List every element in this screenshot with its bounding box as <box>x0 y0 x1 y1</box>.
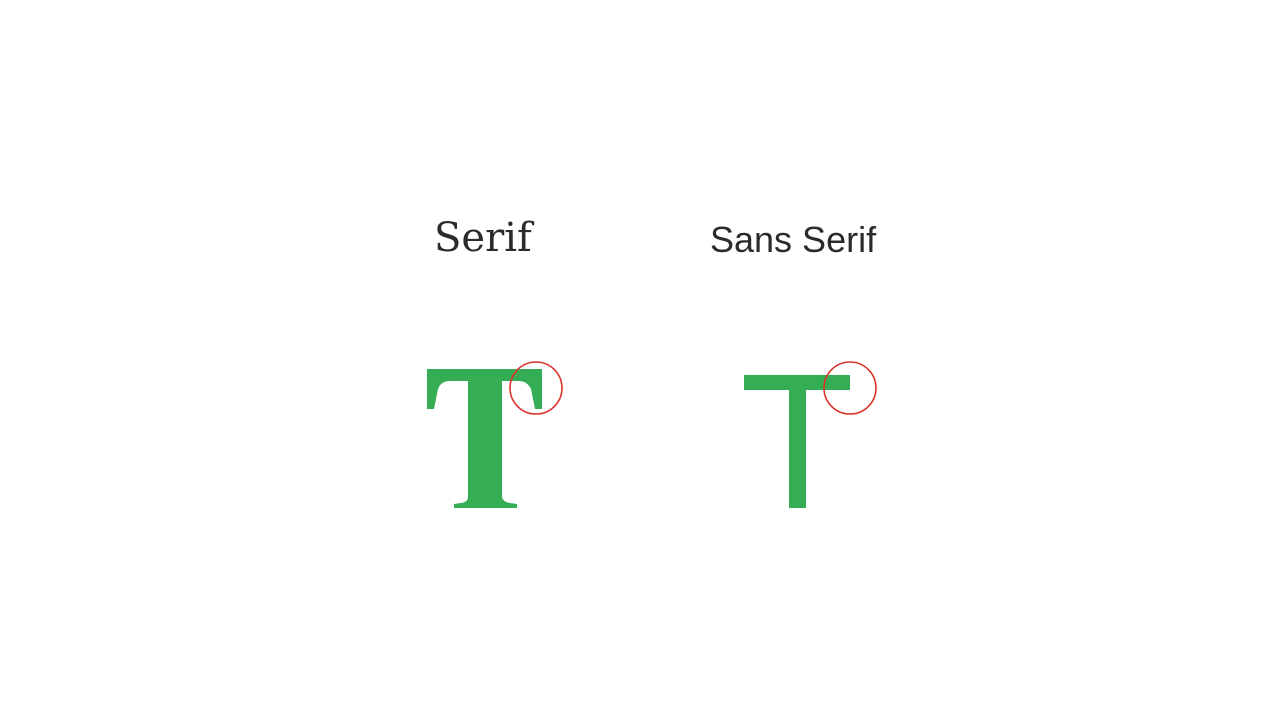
sans-serif-label: Sans Serif <box>710 219 877 260</box>
serif-label: Serif <box>434 215 532 261</box>
slide-canvas: Serif Sans Serif <box>0 0 1280 720</box>
serif-t-glyph <box>427 369 542 508</box>
sans-serif-t-glyph <box>744 375 850 508</box>
glyph-illustration <box>427 361 877 508</box>
